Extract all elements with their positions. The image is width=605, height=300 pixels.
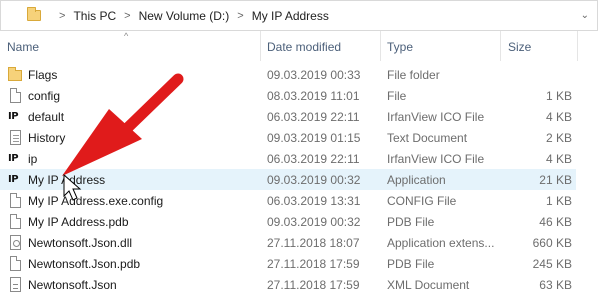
file-name: config	[28, 89, 61, 103]
file-size: 2 KB	[545, 131, 572, 145]
address-bar[interactable]: > This PC > New Volume (D:) > My IP Addr…	[0, 0, 598, 31]
file-icon	[10, 214, 21, 229]
file-name: History	[28, 131, 66, 145]
file-date: 09.03.2019 00:32	[267, 215, 361, 229]
file-name: Newtonsoft.Json.pdb	[28, 257, 141, 271]
file-type: Application	[387, 173, 446, 187]
dll-icon	[10, 235, 21, 250]
list-item[interactable]: My IP Address.pdb 09.03.2019 00:32 PDB F…	[0, 211, 576, 232]
breadcrumb-my-ip-address[interactable]: My IP Address	[252, 9, 329, 23]
file-date: 27.11.2018 18:07	[267, 236, 360, 250]
list-item[interactable]: History 09.03.2019 01:15 Text Document 2…	[0, 127, 576, 148]
column-header-date-modified[interactable]: Date modified	[267, 40, 341, 54]
file-size: 245 KB	[532, 257, 572, 271]
sort-arrow-icon: ^	[124, 31, 129, 41]
file-size: 4 KB	[545, 152, 572, 166]
folder-icon	[8, 67, 22, 81]
file-type: PDB File	[387, 215, 435, 229]
file-name: Flags	[28, 68, 58, 82]
breadcrumb-separator: >	[237, 9, 244, 22]
file-size: 1 KB	[545, 89, 572, 103]
list-item[interactable]: Newtonsoft.Json 27.11.2018 17:59 XML Doc…	[0, 274, 576, 295]
file-icon	[10, 88, 21, 103]
column-header-name[interactable]: Name	[7, 40, 39, 54]
file-type: IrfanView ICO File	[387, 152, 485, 166]
file-date: 09.03.2019 00:33	[267, 68, 361, 82]
file-type: PDB File	[387, 257, 435, 271]
file-type: Application extens...	[387, 236, 495, 250]
column-header-row: ^ Name Date modified Type Size	[0, 31, 605, 61]
column-divider[interactable]	[500, 31, 501, 61]
file-type: CONFIG File	[387, 194, 457, 208]
list-item[interactable]: IP ip 06.03.2019 22:11 IrfanView ICO Fil…	[0, 148, 576, 169]
irfanview-ico-icon: IP	[8, 111, 19, 122]
folder-icon	[27, 7, 41, 21]
list-item[interactable]: IP default 06.03.2019 22:11 IrfanView IC…	[0, 106, 576, 127]
file-size: 1 KB	[545, 194, 572, 208]
breadcrumb-separator: >	[59, 9, 66, 22]
file-size: 63 KB	[539, 278, 572, 292]
file-name: Newtonsoft.Json.dll	[28, 236, 133, 250]
file-date: 08.03.2019 11:01	[267, 89, 360, 103]
list-item[interactable]: Flags 09.03.2019 00:33 File folder	[0, 64, 576, 85]
file-type: IrfanView ICO File	[387, 110, 485, 124]
file-size: 21 KB	[539, 173, 572, 187]
column-header-size[interactable]: Size	[508, 40, 531, 54]
vertical-scrollbar[interactable]	[588, 31, 605, 300]
file-name: ip	[28, 152, 38, 166]
file-type: Text Document	[387, 131, 468, 145]
file-type: XML Document	[387, 278, 470, 292]
file-date: 27.11.2018 17:59	[267, 257, 360, 271]
file-type: File folder	[387, 68, 440, 82]
breadcrumb-separator: >	[124, 9, 131, 22]
file-name: My IP Address	[28, 173, 106, 187]
file-date: 09.03.2019 01:15	[267, 131, 361, 145]
column-divider[interactable]	[577, 31, 578, 61]
file-name: My IP Address.pdb	[28, 215, 129, 229]
file-type: File	[387, 89, 407, 103]
list-item[interactable]: config 08.03.2019 11:01 File 1 KB	[0, 85, 576, 106]
file-name: Newtonsoft.Json	[28, 278, 117, 292]
list-item-selected[interactable]: IP My IP Address 09.03.2019 00:32 Applic…	[0, 169, 576, 190]
file-date: 06.03.2019 22:11	[267, 110, 360, 124]
file-date: 06.03.2019 22:11	[267, 152, 360, 166]
file-size: 4 KB	[545, 110, 572, 124]
column-header-type[interactable]: Type	[387, 40, 413, 54]
file-icon	[10, 256, 21, 271]
breadcrumb-new-volume[interactable]: New Volume (D:)	[139, 9, 230, 23]
file-size: 46 KB	[539, 215, 572, 229]
text-document-icon	[10, 130, 21, 145]
column-divider[interactable]	[380, 31, 381, 61]
file-name: My IP Address.exe.config	[28, 194, 164, 208]
application-icon: IP	[8, 174, 19, 185]
file-size: 660 KB	[532, 236, 572, 250]
file-date: 27.11.2018 17:59	[267, 278, 360, 292]
column-divider[interactable]	[260, 31, 261, 61]
chevron-down-icon[interactable]: ⌄	[581, 10, 589, 21]
file-name: default	[28, 110, 65, 124]
list-item[interactable]: Newtonsoft.Json.pdb 27.11.2018 17:59 PDB…	[0, 253, 576, 274]
breadcrumb-this-pc[interactable]: This PC	[73, 9, 116, 23]
xml-document-icon	[10, 277, 21, 292]
list-item[interactable]: Newtonsoft.Json.dll 27.11.2018 18:07 App…	[0, 232, 576, 253]
irfanview-ico-icon: IP	[8, 153, 19, 164]
file-date: 06.03.2019 13:31	[267, 194, 361, 208]
file-icon	[10, 193, 21, 208]
file-date: 09.03.2019 00:32	[267, 173, 361, 187]
list-item[interactable]: My IP Address.exe.config 06.03.2019 13:3…	[0, 190, 576, 211]
